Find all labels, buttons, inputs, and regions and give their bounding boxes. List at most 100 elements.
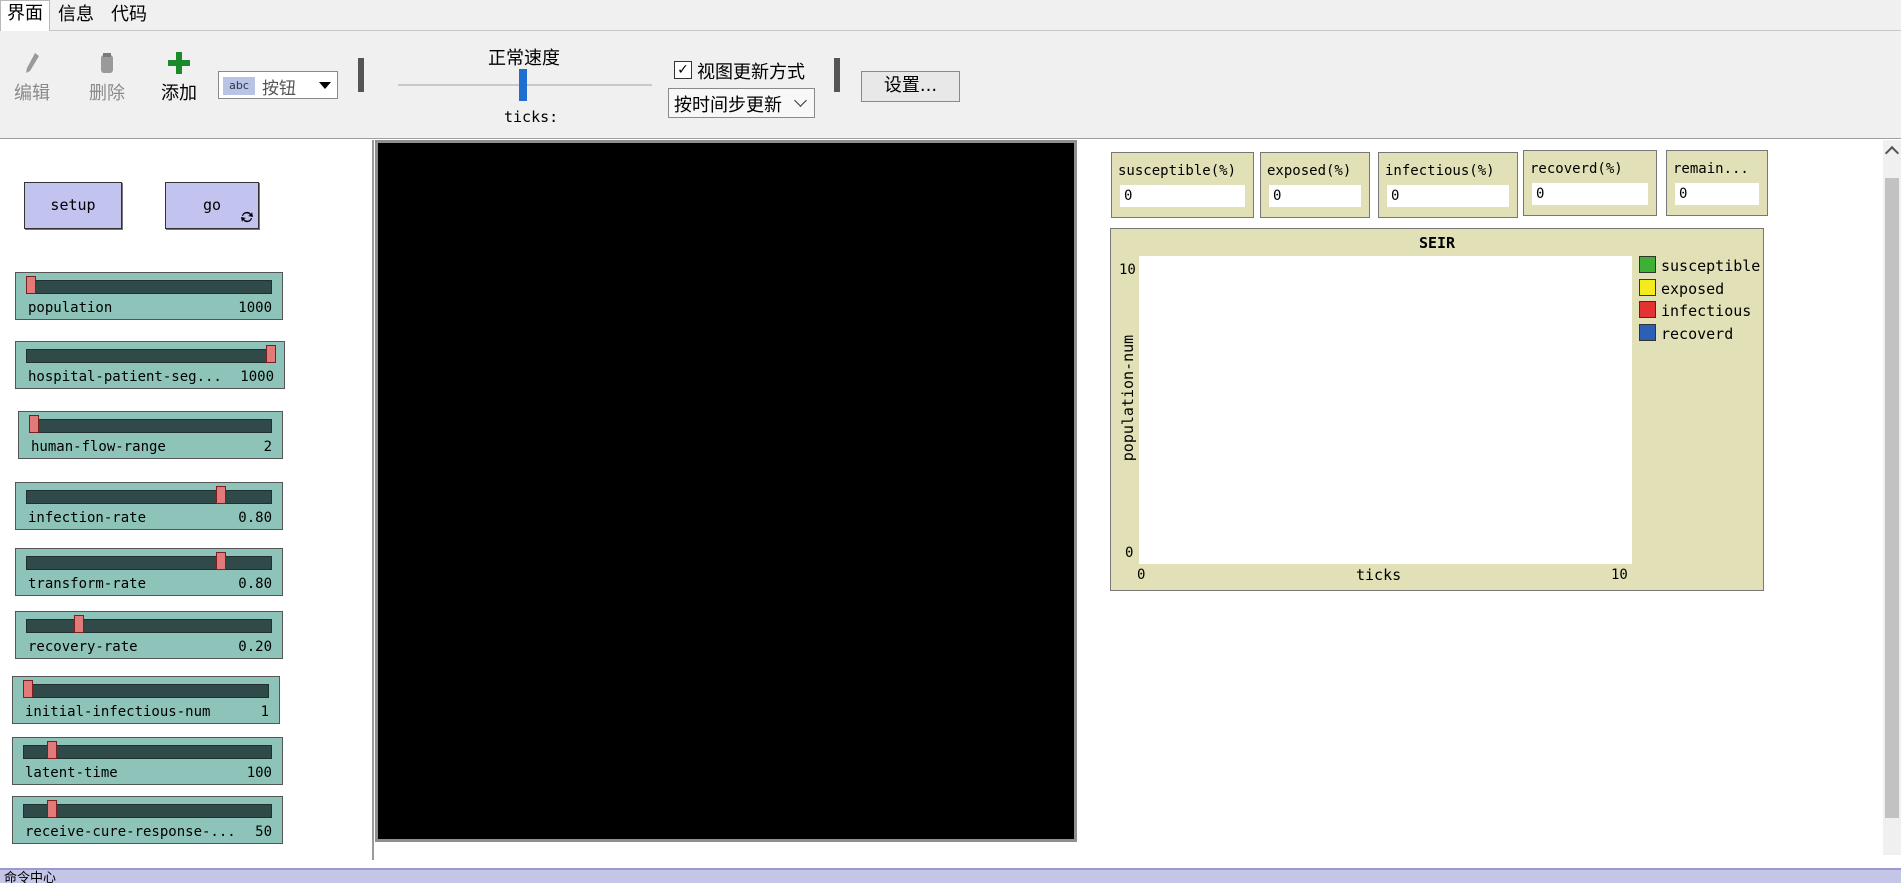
monitor-label: remain... [1673, 161, 1749, 177]
ticks-counter: ticks: [504, 108, 559, 126]
slider-label: receive-cure-response-... [25, 824, 236, 840]
slider-track[interactable] [26, 490, 272, 504]
slider-transform-rate[interactable]: transform-rate 0.80 [15, 548, 283, 596]
legend-recoverd: recoverd [1639, 324, 1733, 343]
monitor-value: 0 [1120, 185, 1245, 207]
slider-value: 1 [260, 704, 269, 720]
delete-label: 删除 [89, 83, 125, 104]
view-update-checkbox[interactable]: ✓ [674, 61, 692, 79]
slider-population[interactable]: population 1000 [15, 272, 283, 320]
delete-button[interactable]: 删除 [87, 49, 127, 105]
slider-human-flow-range[interactable]: human-flow-range 2 [18, 411, 283, 459]
scrollbar-thumb[interactable] [1885, 178, 1899, 818]
toolbar-divider [834, 58, 840, 92]
slider-handle[interactable] [216, 552, 226, 570]
slider-handle[interactable] [47, 800, 57, 818]
slider-infection-rate[interactable]: infection-rate 0.80 [15, 482, 283, 530]
legend-swatch [1639, 256, 1656, 273]
slider-receive-cure-response[interactable]: receive-cure-response-... 50 [12, 796, 283, 844]
slider-track[interactable] [26, 349, 274, 363]
tab-bar: 界面 信息 代码 [0, 0, 1901, 31]
tab-code[interactable]: 代码 [105, 2, 153, 29]
slider-value: 50 [255, 824, 272, 840]
legend-exposed: exposed [1639, 279, 1724, 298]
slider-handle[interactable] [47, 741, 57, 759]
widget-type-label: 按钮 [262, 79, 296, 99]
slider-track[interactable] [26, 280, 272, 294]
setup-button[interactable]: setup [24, 182, 122, 229]
slider-value: 0.80 [238, 510, 272, 526]
settings-button[interactable]: 设置... [861, 71, 960, 102]
legend-label: susceptible [1661, 257, 1761, 275]
edit-button[interactable]: 编辑 [12, 49, 52, 105]
edit-label: 编辑 [14, 83, 50, 104]
monitor-label: recoverd(%) [1530, 161, 1623, 177]
monitor-infectious: infectious(%) 0 [1378, 152, 1518, 218]
slider-value: 2 [263, 439, 272, 455]
slider-handle[interactable] [74, 615, 84, 633]
scroll-up-icon[interactable] [1884, 145, 1900, 161]
tab-info[interactable]: 信息 [52, 2, 100, 29]
update-mode-select[interactable]: 按时间步更新 [668, 88, 815, 118]
monitor-remain: remain... 0 [1666, 150, 1768, 216]
view-update-label: 视图更新方式 [697, 62, 805, 83]
slider-handle[interactable] [216, 486, 226, 504]
slider-label: hospital-patient-seg... [28, 369, 222, 385]
dropdown-arrow-icon [319, 82, 331, 89]
slider-track[interactable] [23, 804, 272, 818]
slider-track[interactable] [23, 684, 269, 698]
slider-handle[interactable] [266, 345, 276, 363]
speed-slider-thumb[interactable] [519, 69, 527, 101]
speed-label: 正常速度 [488, 48, 560, 69]
x-min-label: 0 [1137, 567, 1146, 583]
monitor-value: 0 [1675, 183, 1759, 205]
monitor-recoverd: recoverd(%) 0 [1523, 150, 1657, 216]
slider-hospital-patient-seg[interactable]: hospital-patient-seg... 1000 [15, 341, 285, 389]
slider-value: 1000 [240, 369, 274, 385]
tab-interface[interactable]: 界面 [0, 0, 50, 31]
legend-swatch [1639, 279, 1656, 296]
y-max-label: 10 [1119, 262, 1136, 278]
slider-track[interactable] [29, 419, 272, 433]
monitor-susceptible: susceptible(%) 0 [1111, 152, 1254, 218]
toolbar-divider [358, 58, 364, 92]
legend-swatch [1639, 301, 1656, 318]
slider-label: infection-rate [28, 510, 147, 526]
slider-handle[interactable] [29, 415, 39, 433]
toolbar: 编辑 删除 添加 abc 按钮 正常速度 ticks: ✓ 视图更新方式 按时间… [0, 31, 1901, 139]
seir-plot: SEIR 10 0 0 10 ticks population-num susc… [1110, 228, 1764, 591]
widget-type-select[interactable]: abc 按钮 [218, 71, 338, 99]
monitor-value: 0 [1269, 185, 1361, 207]
button-widget-icon: abc [223, 77, 255, 95]
add-button[interactable]: 添加 [158, 49, 200, 105]
monitor-label: infectious(%) [1385, 163, 1495, 179]
slider-value: 100 [246, 765, 272, 781]
forever-icon [241, 211, 253, 223]
slider-handle[interactable] [23, 680, 33, 698]
pencil-icon [26, 53, 39, 73]
y-axis-label: population-num [1119, 334, 1137, 462]
monitor-label: susceptible(%) [1118, 163, 1237, 179]
slider-handle[interactable] [26, 276, 36, 294]
legend-infectious: infectious [1639, 301, 1751, 320]
slider-label: population [28, 300, 113, 316]
slider-latent-time[interactable]: latent-time 100 [12, 737, 283, 785]
legend-swatch [1639, 324, 1656, 341]
x-max-label: 10 [1611, 567, 1628, 583]
plus-icon [168, 52, 190, 74]
slider-track[interactable] [23, 745, 272, 759]
legend-label: exposed [1661, 280, 1725, 298]
x-axis-label: ticks [1356, 566, 1402, 584]
monitor-exposed: exposed(%) 0 [1260, 152, 1370, 218]
world-view[interactable] [375, 140, 1077, 842]
slider-label: transform-rate [28, 576, 147, 592]
slider-initial-infectious-num[interactable]: initial-infectious-num 1 [12, 676, 280, 724]
plot-area [1139, 256, 1632, 564]
vertical-scrollbar[interactable] [1883, 140, 1901, 855]
slider-recovery-rate[interactable]: recovery-rate 0.20 [15, 611, 283, 659]
slider-track[interactable] [26, 619, 272, 633]
go-button[interactable]: go [165, 182, 259, 229]
panel-divider [372, 140, 374, 860]
slider-track[interactable] [26, 556, 272, 570]
monitor-value: 0 [1532, 183, 1648, 205]
